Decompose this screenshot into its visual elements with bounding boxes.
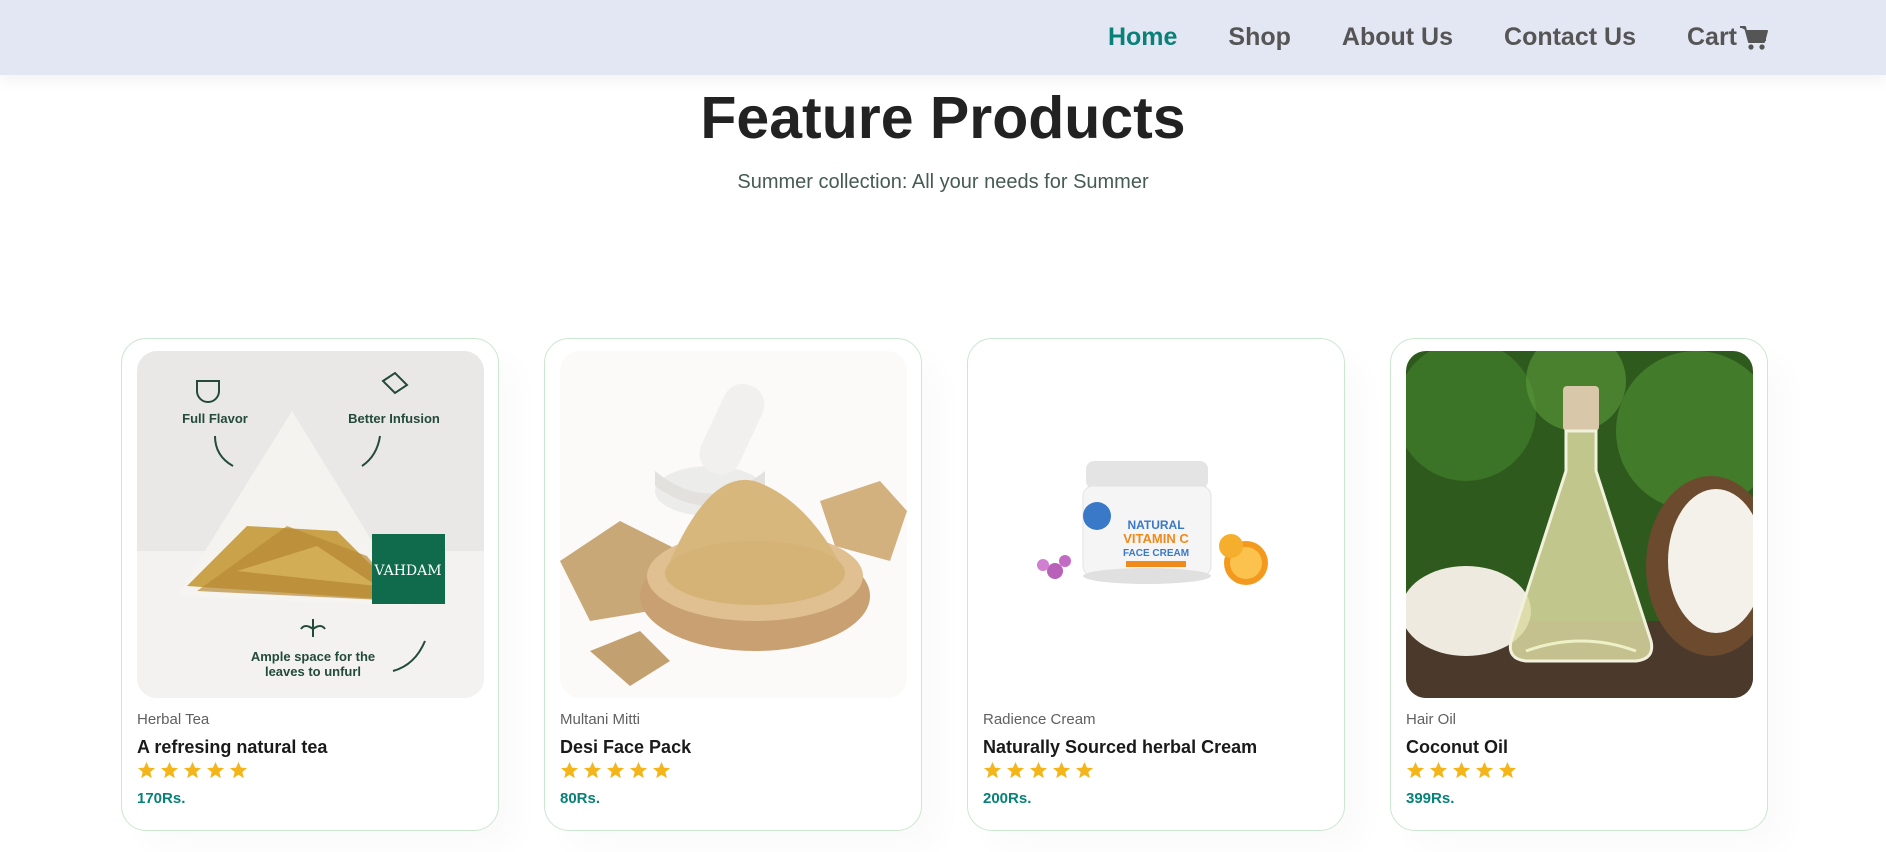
- svg-text:VITAMIN C: VITAMIN C: [1123, 531, 1189, 546]
- nav-cart-label: Cart: [1686, 23, 1737, 51]
- product-name: Naturally Sourced herbal Cream: [983, 737, 1258, 757]
- main-nav: Home Shop About Us Contact Us Cart: [1108, 0, 1769, 75]
- svg-text:Ample space for the: Ample space for the: [251, 649, 375, 664]
- nav-shop-link[interactable]: Shop: [1228, 23, 1291, 52]
- svg-text:leaves to unfurl: leaves to unfurl: [265, 664, 361, 679]
- star-icon: [229, 761, 248, 779]
- star-icon: [1052, 761, 1071, 779]
- product-price: 200Rs.: [983, 790, 1032, 807]
- star-icon: [583, 761, 602, 779]
- product-name: Desi Face Pack: [560, 737, 692, 757]
- star-icon: [1475, 761, 1494, 779]
- product-card[interactable]: NATURAL VITAMIN C FACE CREAM Radience Cr…: [967, 338, 1345, 831]
- star-icon: [983, 761, 1002, 779]
- nav-cart-link[interactable]: Cart: [1687, 23, 1769, 52]
- product-card[interactable]: Hair Oil Coconut Oil 399Rs.: [1390, 338, 1768, 831]
- star-icon: [560, 761, 579, 779]
- coconut-oil-bottle-image: [1406, 351, 1753, 698]
- star-icon: [1429, 761, 1448, 779]
- product-brand: Radience Cream: [983, 711, 1096, 728]
- star-icon: [1075, 761, 1094, 779]
- product-brand: Multani Mitti: [560, 711, 641, 728]
- product-grid: VAHDAM Full Flavor Better Infusion Ample…: [121, 338, 1768, 831]
- svg-text:VAHDAM: VAHDAM: [373, 563, 441, 579]
- star-icon: [1452, 761, 1471, 779]
- product-rating: [1406, 761, 1517, 780]
- star-icon: [1498, 761, 1517, 779]
- star-icon: [1006, 761, 1025, 779]
- svg-text:Better Infusion: Better Infusion: [348, 411, 440, 426]
- nav-home-link[interactable]: Home: [1108, 23, 1177, 52]
- star-icon: [137, 761, 156, 779]
- nav-contact-link[interactable]: Contact Us: [1504, 23, 1636, 52]
- nav-about-link[interactable]: About Us: [1342, 23, 1453, 52]
- clay-powder-bowl-image: [560, 351, 907, 698]
- product-brand: Herbal Tea: [137, 711, 210, 728]
- star-icon: [160, 761, 179, 779]
- star-icon: [206, 761, 225, 779]
- product-rating: [137, 761, 248, 780]
- svg-text:Full Flavor: Full Flavor: [182, 411, 248, 426]
- product-rating: [983, 761, 1094, 780]
- product-rating: [560, 761, 671, 780]
- section-title: Feature Products: [700, 85, 1186, 151]
- star-icon: [606, 761, 625, 779]
- star-icon: [183, 761, 202, 779]
- product-price: 80Rs.: [560, 790, 601, 807]
- tea-bag-image: VAHDAM Full Flavor Better Infusion Ample…: [137, 351, 484, 698]
- product-price: 399Rs.: [1406, 790, 1455, 807]
- face-cream-jar-image: NATURAL VITAMIN C FACE CREAM: [983, 351, 1330, 698]
- star-icon: [1029, 761, 1048, 779]
- star-icon: [1406, 761, 1425, 779]
- product-card[interactable]: Multani Mitti Desi Face Pack 80Rs.: [544, 338, 922, 831]
- svg-text:NATURAL: NATURAL: [1127, 518, 1184, 532]
- product-price: 170Rs.: [137, 790, 186, 807]
- shopping-cart-icon: [1740, 25, 1768, 50]
- product-name: Coconut Oil: [1406, 737, 1508, 757]
- section-subtitle: Summer collection: All your needs for Su…: [737, 171, 1149, 193]
- product-card[interactable]: VAHDAM Full Flavor Better Infusion Ample…: [121, 338, 499, 831]
- star-icon: [629, 761, 648, 779]
- product-brand: Hair Oil: [1406, 711, 1457, 728]
- site-header: Home Shop About Us Contact Us Cart: [0, 0, 1886, 75]
- svg-text:FACE CREAM: FACE CREAM: [1123, 548, 1189, 559]
- product-name: A refresing natural tea: [137, 737, 328, 757]
- star-icon: [652, 761, 671, 779]
